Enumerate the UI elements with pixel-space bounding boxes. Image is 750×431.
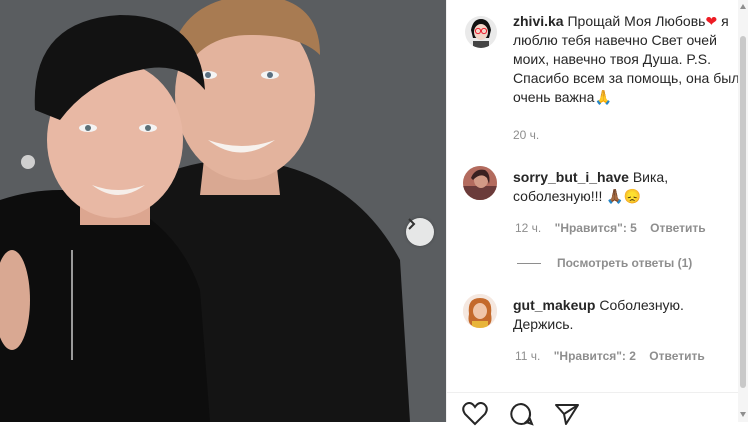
scroll-up-arrow[interactable] <box>740 4 746 9</box>
caption-text: zhivi.ka Прощай Моя Любовь❤ я люблю тебя… <box>513 12 749 107</box>
replies-divider <box>517 262 541 264</box>
caption-text-part-1: Прощай Моя Любовь <box>567 13 706 29</box>
avatar-illustration <box>465 16 497 48</box>
comments-scrollbar[interactable] <box>738 0 748 422</box>
like-button[interactable] <box>462 402 488 431</box>
comment-1-time[interactable]: 12 ч. <box>515 221 541 235</box>
heart-outline-icon <box>462 402 488 426</box>
scroll-down-arrow[interactable] <box>740 412 746 417</box>
view-replies-label: Посмотреть ответы (1) <box>557 256 693 270</box>
caption-time[interactable]: 20 ч. <box>513 128 539 142</box>
comment-2-meta: 11 ч. "Нравится": 2 Ответить <box>515 349 715 363</box>
view-replies-button[interactable]: Посмотреть ответы (1) <box>517 256 692 270</box>
comment-1-likes[interactable]: "Нравится": 5 <box>555 221 637 235</box>
comment-1-username[interactable]: sorry_but_i_have <box>513 169 629 185</box>
comment-2-likes[interactable]: "Нравится": 2 <box>554 349 636 363</box>
comment-2-time[interactable]: 11 ч. <box>515 349 540 363</box>
comment-button[interactable] <box>508 402 534 431</box>
next-photo-button[interactable] <box>406 218 434 246</box>
comment-2-text: gut_makeup Соболезную. Держись. <box>513 296 733 334</box>
comment-1-meta: 12 ч. "Нравится": 5 Ответить <box>515 221 716 235</box>
comment-1-avatar[interactable] <box>463 166 497 200</box>
actions-divider <box>447 392 739 393</box>
post-photo <box>0 0 446 422</box>
caption-username[interactable]: zhivi.ka <box>513 13 564 29</box>
comment-2-username[interactable]: gut_makeup <box>513 297 595 313</box>
share-icon <box>555 404 579 425</box>
comment-icon <box>510 402 534 426</box>
comments-panel: zhivi.ka Прощай Моя Любовь❤ я люблю тебя… <box>446 0 750 422</box>
caption-avatar[interactable] <box>465 16 497 48</box>
comment-2-reply-button[interactable]: Ответить <box>649 349 704 363</box>
post-actions <box>462 402 580 431</box>
comment-2-avatar[interactable] <box>463 294 497 328</box>
praying-hands-icon: 🙏 <box>594 89 612 105</box>
comment-1-reply-button[interactable]: Ответить <box>650 221 705 235</box>
scrollbar-thumb[interactable] <box>740 36 746 388</box>
share-button[interactable] <box>554 402 580 431</box>
avatar-illustration <box>463 294 497 328</box>
avatar-illustration <box>463 166 497 200</box>
heart-icon: ❤ <box>705 13 718 29</box>
chevron-right-icon <box>408 218 416 230</box>
comment-1-text: sorry_but_i_have Вика, соболезную!!! 🙏🏾😞 <box>513 168 733 206</box>
couple-photo-illustration <box>0 0 446 422</box>
